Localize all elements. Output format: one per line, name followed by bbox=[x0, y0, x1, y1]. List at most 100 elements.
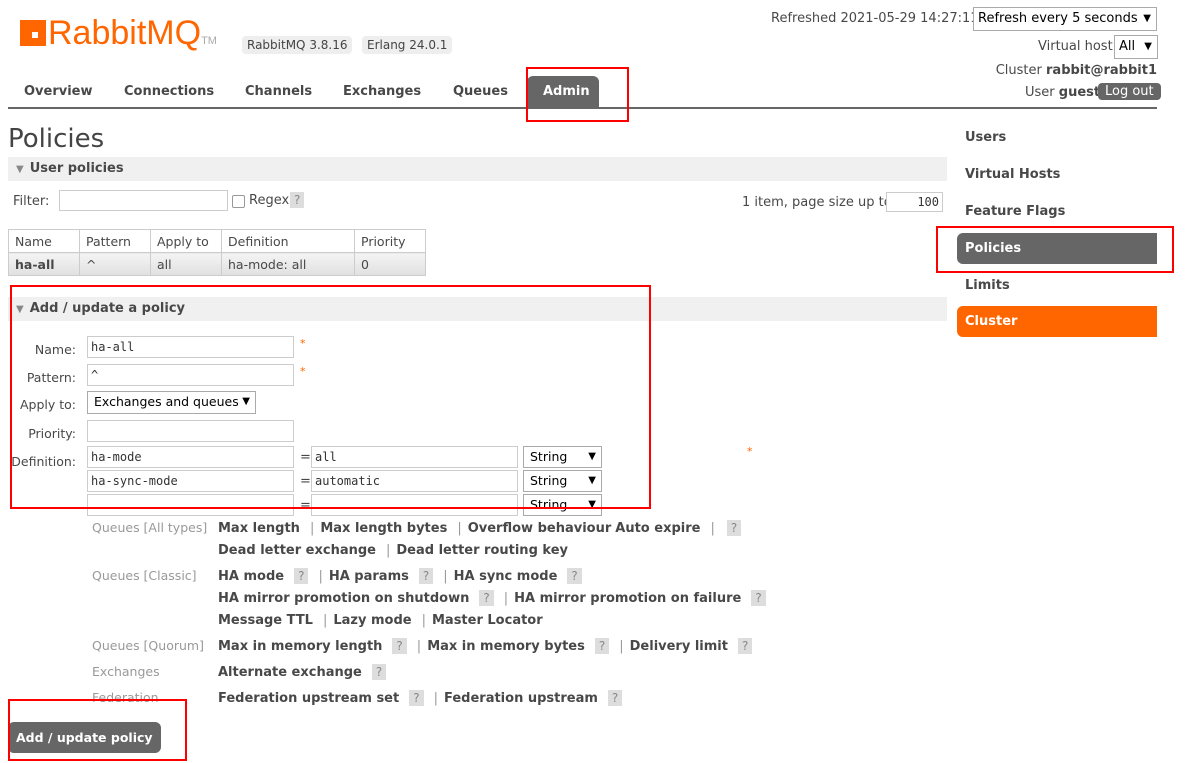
erlang-badge: Erlang 24.0.1 bbox=[362, 36, 452, 54]
policy-key-links: Federation upstream set? | Federation upst… bbox=[218, 691, 626, 706]
annotation-box bbox=[526, 67, 629, 122]
policy-key-links: Dead letter exchange | Dead letter routing… bbox=[218, 543, 572, 558]
tab-overview[interactable]: Overview bbox=[8, 76, 109, 107]
separator: | bbox=[310, 521, 314, 536]
regex-checkbox[interactable] bbox=[232, 195, 245, 208]
help-icon[interactable]: ? bbox=[290, 192, 304, 208]
help-icon[interactable]: ? bbox=[608, 690, 622, 706]
regex-label: Regex bbox=[249, 193, 289, 208]
separator: | bbox=[323, 613, 327, 628]
help-icon[interactable]: ? bbox=[567, 568, 581, 584]
col-priority: Priority bbox=[355, 230, 426, 253]
policy-key-link[interactable]: Max in memory bytes bbox=[427, 639, 585, 654]
cell-definition: ha-mode: all bbox=[222, 253, 355, 276]
separator: | bbox=[619, 639, 623, 654]
policies-table: NamePatternApply toDefinitionPriority ha… bbox=[8, 229, 426, 276]
policy-key-links: Max length | Max length bytes | Overflow beh… bbox=[218, 521, 745, 536]
policy-key-link[interactable]: Delivery limit bbox=[630, 639, 728, 654]
help-icon[interactable]: ? bbox=[595, 638, 609, 654]
separator: | bbox=[386, 543, 390, 558]
policy-key-link[interactable]: HA params bbox=[329, 569, 409, 584]
tab-queues[interactable]: Queues bbox=[437, 76, 524, 107]
sidebar-item-virtual-hosts[interactable]: Virtual Hosts bbox=[957, 159, 1157, 190]
policy-key-link[interactable]: Federation upstream bbox=[444, 691, 598, 706]
group-label: Exchanges bbox=[92, 664, 160, 679]
policy-key-link[interactable]: Max in memory length bbox=[218, 639, 382, 654]
help-icon[interactable]: ? bbox=[738, 638, 752, 654]
tab-channels[interactable]: Channels bbox=[229, 76, 328, 107]
vhost-select[interactable]: All▼ bbox=[1114, 35, 1158, 59]
separator: | bbox=[504, 591, 508, 606]
separator: | bbox=[710, 521, 714, 536]
paging-text: 1 item, page size up to bbox=[742, 195, 892, 210]
tab-connections[interactable]: Connections bbox=[108, 76, 230, 107]
policy-name-link[interactable]: ha-all bbox=[9, 253, 80, 276]
help-icon[interactable]: ? bbox=[727, 520, 741, 536]
group-label: Queues [Quorum] bbox=[92, 638, 204, 653]
col-pattern: Pattern bbox=[80, 230, 151, 253]
policy-key-link[interactable]: Max length bytes bbox=[320, 521, 447, 536]
help-icon[interactable]: ? bbox=[294, 568, 308, 584]
policy-key-link[interactable]: Auto expire bbox=[615, 521, 700, 536]
filter-input[interactable] bbox=[59, 190, 228, 211]
sidebar-item-feature-flags[interactable]: Feature Flags bbox=[957, 196, 1157, 227]
user-policies-header[interactable]: ▼User policies bbox=[8, 157, 947, 181]
group-label: Queues [Classic] bbox=[92, 568, 197, 583]
policy-key-link[interactable]: Message TTL bbox=[218, 613, 313, 628]
help-icon[interactable]: ? bbox=[419, 568, 433, 584]
separator: | bbox=[422, 613, 426, 628]
help-icon[interactable]: ? bbox=[409, 690, 423, 706]
table-row[interactable]: ha-all^allha-mode: all0 bbox=[9, 253, 426, 276]
filter-label: Filter: bbox=[13, 194, 49, 209]
policy-key-links: Alternate exchange? bbox=[218, 665, 390, 680]
col-name: Name bbox=[9, 230, 80, 253]
policy-key-link[interactable]: Lazy mode bbox=[333, 613, 411, 628]
refresh-select[interactable]: Refresh every 5 seconds▼ bbox=[973, 7, 1157, 31]
help-icon[interactable]: ? bbox=[751, 590, 765, 606]
policy-key-link[interactable]: Max length bbox=[218, 521, 300, 536]
rabbitmq-logo: RabbitMQTM bbox=[20, 14, 217, 53]
help-icon[interactable]: ? bbox=[392, 638, 406, 654]
tab-exchanges[interactable]: Exchanges bbox=[327, 76, 437, 107]
cell-pattern: ^ bbox=[80, 253, 151, 276]
policy-key-links: Max in memory length? | Max in memory byte… bbox=[218, 639, 756, 654]
separator: | bbox=[443, 569, 447, 584]
collapse-icon: ▼ bbox=[16, 158, 24, 182]
help-icon[interactable]: ? bbox=[479, 590, 493, 606]
version-badge: RabbitMQ 3.8.16 bbox=[242, 36, 352, 54]
policy-key-link[interactable]: Dead letter routing key bbox=[396, 543, 568, 558]
page-size-input[interactable] bbox=[886, 192, 943, 212]
required-star: * bbox=[747, 445, 753, 458]
annotation-box bbox=[10, 285, 651, 509]
sidebar-item-limits[interactable]: Limits bbox=[957, 270, 1157, 301]
cell-priority: 0 bbox=[355, 253, 426, 276]
vhost-label: Virtual host bbox=[1038, 39, 1113, 54]
group-label: Queues [All types] bbox=[92, 520, 207, 535]
sidebar-item-cluster[interactable]: Cluster bbox=[957, 306, 1157, 337]
policy-key-links: HA mirror promotion on shutdown? | HA mirr… bbox=[218, 591, 770, 606]
separator: | bbox=[318, 569, 322, 584]
policy-key-link[interactable]: HA mirror promotion on shutdown bbox=[218, 591, 469, 606]
annotation-box bbox=[936, 226, 1174, 273]
help-icon[interactable]: ? bbox=[372, 664, 386, 680]
refreshed-text: Refreshed 2021-05-29 14:27:11 bbox=[771, 11, 979, 26]
policy-key-link[interactable]: HA mode bbox=[218, 569, 284, 584]
separator: | bbox=[457, 521, 461, 536]
policy-key-link[interactable]: Master Locator bbox=[432, 613, 543, 628]
annotation-box bbox=[8, 699, 187, 761]
separator: | bbox=[434, 691, 438, 706]
page-title: Policies bbox=[8, 124, 104, 154]
policy-key-link[interactable]: Federation upstream set bbox=[218, 691, 399, 706]
policy-key-link[interactable]: Alternate exchange bbox=[218, 665, 362, 680]
policy-key-link[interactable]: Overflow behaviour bbox=[468, 521, 612, 536]
cell-apply-to: all bbox=[151, 253, 222, 276]
sidebar-item-users[interactable]: Users bbox=[957, 122, 1157, 153]
policy-key-link[interactable]: Dead letter exchange bbox=[218, 543, 376, 558]
policy-key-link[interactable]: HA mirror promotion on failure bbox=[514, 591, 741, 606]
policy-key-link[interactable]: HA sync mode bbox=[454, 569, 558, 584]
separator: | bbox=[417, 639, 421, 654]
col-apply-to: Apply to bbox=[151, 230, 222, 253]
col-definition: Definition bbox=[222, 230, 355, 253]
policy-key-links: HA mode? | HA params? | HA sync mode? bbox=[218, 569, 586, 584]
policy-key-links: Message TTL | Lazy mode | Master Locator bbox=[218, 613, 547, 628]
